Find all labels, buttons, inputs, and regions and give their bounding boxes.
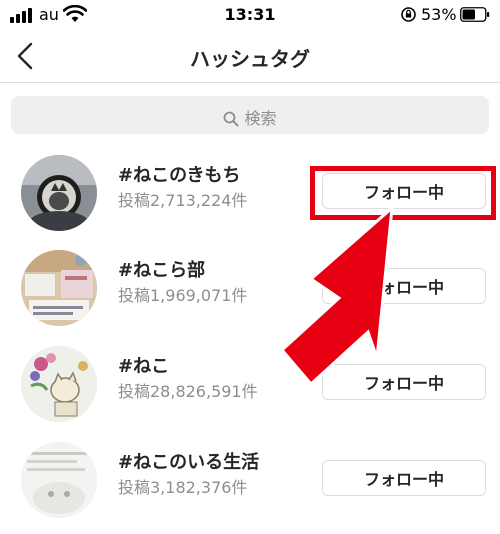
hashtag-name: #ねこ [118, 356, 170, 377]
list-item[interactable]: #ねこ 投稿28,826,591件 フォロー中 [0, 346, 500, 438]
following-button[interactable]: フォロー中 [322, 460, 486, 496]
avatar [21, 346, 97, 422]
following-button[interactable]: フォロー中 [322, 268, 486, 304]
following-button[interactable]: フォロー中 [322, 364, 486, 400]
avatar [21, 442, 97, 518]
post-count: 投稿28,826,591件 [118, 382, 258, 401]
battery-icon [460, 7, 490, 22]
battery-percent: 53% [421, 5, 457, 24]
search-placeholder-wrap: 検索 [11, 105, 489, 129]
list-item[interactable]: #ねこら部 投稿1,969,071件 フォロー中 [0, 250, 500, 342]
annotation-highlight-box [310, 166, 496, 220]
avatar [21, 155, 97, 231]
post-count: 投稿3,182,376件 [118, 478, 248, 497]
avatar [21, 250, 97, 326]
hashtag-name: #ねこのいる生活 [118, 452, 260, 473]
search-input[interactable]: 検索 [11, 96, 489, 134]
post-count: 投稿1,969,071件 [118, 286, 248, 305]
navigation-header: ハッシュタグ [0, 30, 500, 83]
rotation-lock-icon [401, 7, 416, 22]
post-count: 投稿2,713,224件 [118, 191, 248, 210]
page-title: ハッシュタグ [190, 47, 310, 71]
hashtag-name: #ねこら部 [118, 260, 206, 281]
hashtag-name: #ねこのきもち [118, 165, 241, 186]
status-bar: au 13:31 53% [0, 0, 500, 30]
search-placeholder: 検索 [244, 109, 277, 128]
search-icon [224, 111, 239, 127]
list-item[interactable]: #ねこのいる生活 投稿3,182,376件 フォロー中 [0, 442, 500, 534]
